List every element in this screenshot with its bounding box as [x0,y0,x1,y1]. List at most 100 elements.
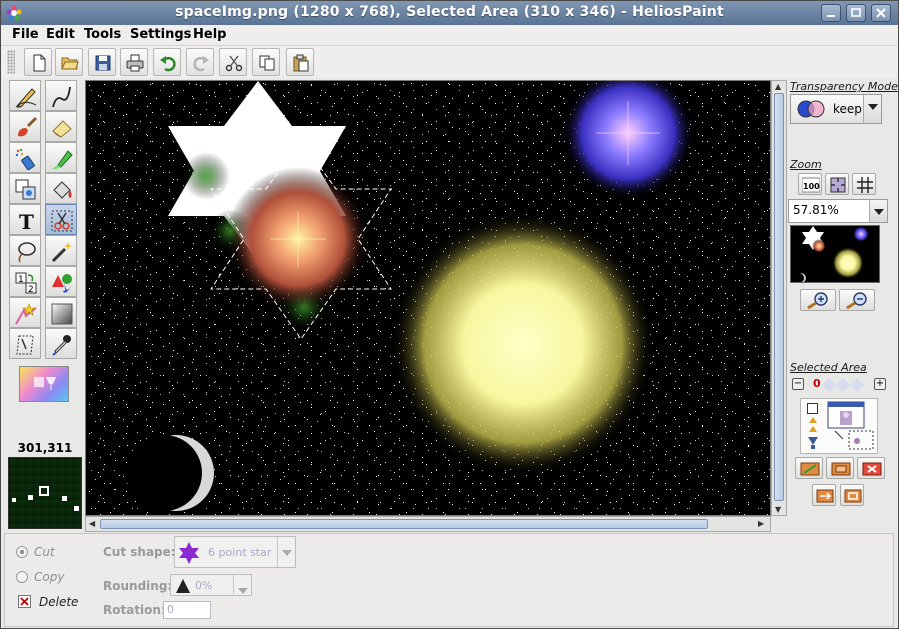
transparency-dropdown-arrow[interactable] [863,95,881,123]
minimap-markers [12,486,79,511]
selection-crop-button[interactable] [826,457,854,479]
heliospaint-window: spaceImg.png (1280 x 768), Selected Area… [0,0,899,629]
pencil-tool[interactable] [9,80,41,111]
layer-order-tool[interactable]: 12 [9,266,41,297]
new-file-button[interactable] [24,48,52,76]
transparency-mode-combo[interactable]: keep [790,94,882,124]
zoom-fit-icon [830,177,846,193]
menu-tools[interactable]: Tools [82,27,123,42]
scroll-up-icon[interactable]: ▲ [775,82,781,91]
rounding-dropdown-arrow[interactable] [233,575,251,595]
selection-expand-icon [844,489,862,503]
navigator-minimap[interactable] [8,457,82,529]
select-all-icon[interactable] [807,403,818,414]
zoom-100-button[interactable]: 100 [798,173,822,195]
cut-shape-combo[interactable]: 6 point star [174,536,296,568]
save-button[interactable] [88,48,116,76]
menu-help[interactable]: Help [191,27,228,42]
image-canvas[interactable] [85,80,771,516]
scroll-right-icon[interactable]: ▶ [758,519,764,528]
zoom-preview-image [794,226,869,283]
lasso-icon [18,242,36,263]
selection-area-box [800,398,878,454]
copy-radio-label: Copy [34,570,65,584]
selection-delete-icon [862,462,882,476]
zoom-out-button[interactable] [839,289,875,311]
level-decrease-icon[interactable]: − [792,378,804,390]
fill-tool[interactable] [45,173,77,204]
redo-button[interactable] [186,48,214,76]
selection-flip-button[interactable] [812,484,836,506]
maximize-button[interactable] [846,4,866,22]
spray-tool[interactable] [9,142,41,173]
eraser-tool[interactable] [45,111,77,142]
spray-can-icon [15,148,35,171]
transform-tool[interactable] [9,328,41,359]
print-button[interactable] [120,48,148,76]
magic-wand-icon [51,242,72,263]
paste-button[interactable] [286,48,314,76]
cut-shape-dropdown-arrow[interactable] [277,537,295,567]
menu-settings[interactable]: Settings [128,27,193,42]
undo-button[interactable] [153,48,181,76]
svg-text:1: 1 [18,275,24,285]
zoom-in-button[interactable] [800,289,836,311]
selection-order-icon [808,417,818,449]
shapes-tool[interactable] [45,266,77,297]
six-point-star-icon [179,542,199,564]
vertical-scroll-thumb[interactable] [774,93,784,501]
curve-tool[interactable] [45,80,77,111]
selection-copy-button[interactable] [795,457,823,479]
magic-wand-tool[interactable] [45,235,77,266]
selection-delete-button[interactable] [857,457,885,479]
open-button[interactable] [55,48,83,76]
scroll-down-icon[interactable]: ▼ [775,505,781,514]
horizontal-scroll-thumb[interactable] [100,519,708,529]
color-selector[interactable] [19,366,69,402]
close-window-button[interactable] [871,4,891,22]
paste-icon [293,54,309,72]
grid-icon [857,177,873,193]
cut-button[interactable] [219,48,247,76]
menu-file[interactable]: File [10,27,41,42]
star-gradient-tool[interactable] [9,297,41,328]
cut-radio[interactable] [16,546,28,558]
zoom-100-icon: 100 [802,177,820,193]
cut-radio-label: Cut [34,545,55,559]
title-bar[interactable]: spaceImg.png (1280 x 768), Selected Area… [1,1,898,25]
clone-tool[interactable] [9,173,41,204]
rounding-combo[interactable]: 0% [170,574,252,596]
level-increase-icon[interactable]: + [874,378,886,390]
save-icon [95,55,111,71]
vertical-scrollbar[interactable]: ▲ ▼ [771,80,787,516]
selection-level-slider[interactable]: − 0 + [790,376,888,394]
main-toolbar [1,46,898,78]
selection-preview-icon [827,401,874,450]
rotation-input[interactable]: 0 [163,601,211,619]
open-folder-icon [61,57,79,70]
menu-edit[interactable]: Edit [44,27,77,42]
highlighter-tool[interactable] [45,142,77,173]
zoom-fit-button[interactable] [825,173,849,195]
zoom-dropdown-arrow[interactable] [869,200,887,222]
delete-checkbox[interactable] [18,595,31,608]
minimize-button[interactable] [821,4,841,22]
svg-text:T: T [19,210,34,233]
horizontal-scrollbar[interactable]: ◀ ▶ [85,516,771,532]
copy-radio[interactable] [16,571,28,583]
lasso-tool[interactable] [9,235,41,266]
grid-toggle-button[interactable] [852,173,876,195]
gradient-tool[interactable] [45,297,77,328]
brush-tool[interactable] [9,111,41,142]
text-tool[interactable]: T [9,204,41,235]
zoom-level-combo[interactable]: 57.81% [788,199,888,223]
copy-button[interactable] [252,48,280,76]
zoom-preview[interactable] [790,225,880,283]
toolbar-grip[interactable] [7,50,15,74]
selection-cut-tool[interactable] [45,204,77,235]
selection-expand-button[interactable] [840,484,864,506]
cursor-coordinates: 301,311 [17,441,73,455]
pencil-icon [15,88,37,108]
scroll-left-icon[interactable]: ◀ [89,519,95,528]
eyedropper-tool[interactable] [45,328,77,359]
